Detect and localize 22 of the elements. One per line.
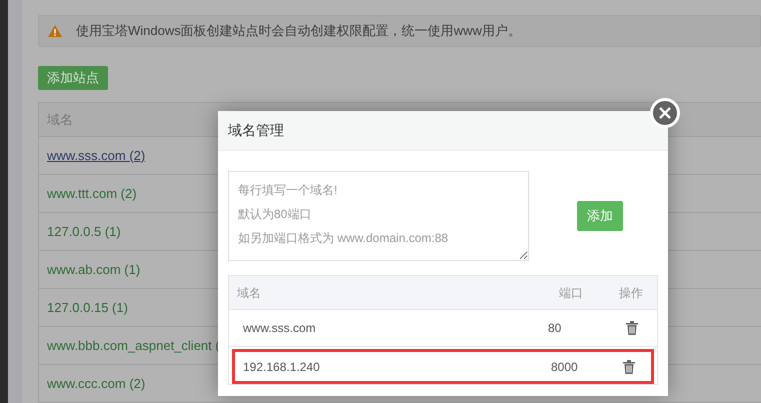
port-cell-text: 80 — [548, 320, 562, 337]
delete-icon[interactable] — [623, 360, 635, 374]
site-link[interactable]: 127.0.0.5 (1) — [47, 222, 121, 242]
port-cell-text: 8000 — [551, 358, 579, 376]
column-header: 端口 — [559, 284, 584, 302]
site-link[interactable]: www.ccc.com (2) — [47, 374, 146, 394]
add-button[interactable]: 添加 — [577, 201, 623, 231]
site-link[interactable]: www.sss.com (2) — [47, 146, 146, 166]
dialog-title: 域名管理 — [228, 121, 284, 140]
alert-text: 使用宝塔Windows面板创建站点时会自动创建权限配置，统一使用www用户。 — [76, 22, 521, 40]
domain-input-field[interactable]: 每行填写一个域名! 默认为80端口 如另加端口格式为 www.domain.com:88 — [228, 171, 529, 261]
column-header: 操作 — [619, 284, 644, 302]
domain-cell-text: 192.168.1.240 — [242, 358, 321, 376]
column-header: 域名 — [236, 284, 262, 302]
delete-icon[interactable] — [626, 321, 638, 335]
domain-cell-text: www.sss.com — [242, 320, 317, 337]
add-site-button[interactable]: 添加站点 — [38, 66, 108, 90]
site-link[interactable]: www.ab.com (1) — [47, 260, 140, 280]
warning-icon — [48, 25, 62, 38]
close-icon — [659, 107, 671, 119]
site-link[interactable]: 127.0.0.15 (1) — [47, 298, 128, 318]
site-link[interactable]: www.ttt.com (2) — [47, 184, 137, 204]
